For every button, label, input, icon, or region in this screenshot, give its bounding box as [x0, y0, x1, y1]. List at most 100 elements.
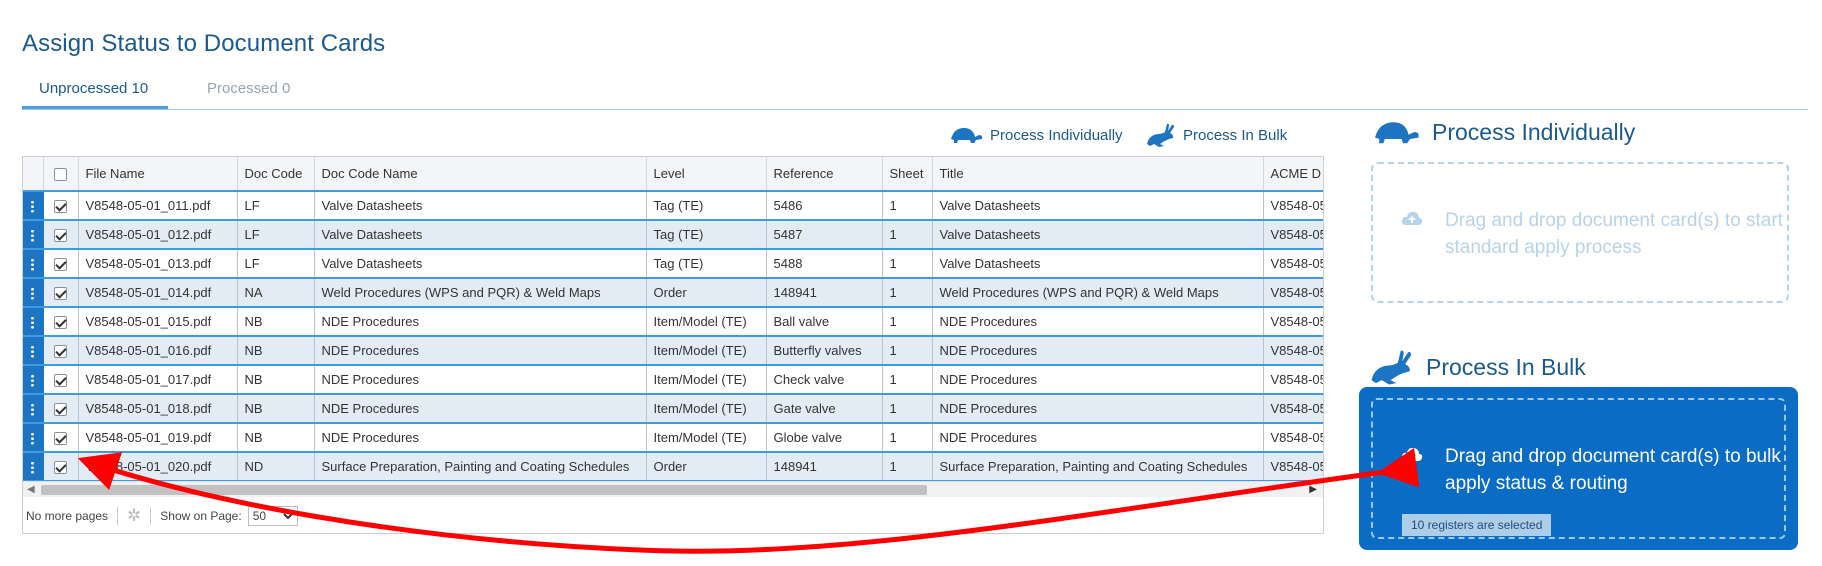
pager-status: No more pages	[26, 509, 109, 523]
table-cell: NDE Procedures	[314, 364, 647, 394]
horizontal-scrollbar[interactable]: ◀ ▶	[23, 481, 1323, 497]
refresh-icon[interactable]: ✲	[127, 506, 141, 526]
table-row[interactable]: V8548-05-01_016.pdf NB NDE Procedures Item/…	[23, 335, 1323, 365]
row-checkbox[interactable]	[43, 422, 79, 452]
table-row[interactable]: V8548-05-01_018.pdf NB NDE Procedures Item/…	[23, 393, 1323, 423]
process-in-bulk-heading: Process In Bulk	[1368, 348, 1586, 386]
process-in-bulk-title: Process In Bulk	[1426, 353, 1586, 380]
row-drag-handle[interactable]	[23, 335, 44, 365]
table-cell: NDE Procedures	[932, 306, 1264, 336]
checkbox-icon	[54, 374, 67, 388]
divider	[150, 507, 152, 525]
column-header[interactable]: Reference	[766, 157, 883, 192]
column-header[interactable]: Doc Code Name	[314, 157, 647, 192]
table-cell: V8548-05-01_019.pdf	[78, 422, 238, 452]
process-in-bulk-button[interactable]: Process In Bulk	[1145, 120, 1287, 150]
table-cell: V8548-05	[1263, 277, 1323, 307]
table-cell: Item/Model (TE)	[646, 335, 767, 365]
row-checkbox[interactable]	[43, 364, 79, 394]
table-row[interactable]: V8548-05-01_020.pdf ND Surface Preparation…	[23, 451, 1323, 482]
pager: No more pages ✲ Show on Page: 50	[23, 498, 1323, 533]
column-header[interactable]: Sheet	[882, 157, 933, 192]
bulk-drop-zone[interactable]: Drag and drop document card(s) to bulk a…	[1359, 387, 1798, 550]
table-cell: NA	[237, 277, 315, 307]
turtle-icon	[951, 128, 983, 143]
table-cell: 1	[882, 451, 933, 482]
row-drag-handle[interactable]	[23, 393, 44, 423]
row-drag-handle[interactable]	[23, 190, 44, 220]
table-cell: V8548-05	[1263, 451, 1323, 482]
table-cell: NDE Procedures	[314, 393, 647, 423]
column-header[interactable]: Level	[646, 157, 767, 192]
cloud-upload-icon	[1401, 447, 1423, 461]
table-cell: Globe valve	[766, 422, 883, 452]
row-drag-handle[interactable]	[23, 219, 44, 249]
row-checkbox[interactable]	[43, 190, 79, 220]
column-header[interactable]: ACME D	[1263, 157, 1323, 192]
table-cell: LF	[237, 190, 315, 220]
row-checkbox[interactable]	[43, 248, 79, 278]
row-checkbox[interactable]	[43, 277, 79, 307]
drag-handle-icon	[31, 229, 35, 243]
drag-handle-icon	[31, 461, 35, 475]
row-checkbox[interactable]	[43, 393, 79, 423]
table-cell: 5488	[766, 248, 883, 278]
table-row[interactable]: V8548-05-01_011.pdf LF Valve Datasheets Tag…	[23, 190, 1323, 220]
drag-handle-icon	[31, 258, 35, 272]
row-drag-handle[interactable]	[23, 451, 44, 482]
table-cell: V8548-05	[1263, 393, 1323, 423]
table-cell: V8548-05	[1263, 248, 1323, 278]
table-row[interactable]: V8548-05-01_017.pdf NB NDE Procedures Item/…	[23, 364, 1323, 394]
table-cell: NDE Procedures	[314, 422, 647, 452]
table-row[interactable]: V8548-05-01_019.pdf NB NDE Procedures Item/…	[23, 422, 1323, 452]
table-cell: V8548-05-01_016.pdf	[78, 335, 238, 365]
row-drag-handle[interactable]	[23, 277, 44, 307]
table-row[interactable]: V8548-05-01_014.pdf NA Weld Procedures (WP…	[23, 277, 1323, 307]
process-individually-button[interactable]: Process Individually	[948, 120, 1123, 150]
table-cell: 1	[882, 335, 933, 365]
bulk-drop-text: Drag and drop document card(s) to bulk a…	[1445, 446, 1781, 494]
individual-drop-zone[interactable]: Drag and drop document card(s) to start …	[1371, 162, 1789, 303]
row-drag-handle[interactable]	[23, 422, 44, 452]
row-checkbox[interactable]	[43, 219, 79, 249]
row-checkbox[interactable]	[43, 306, 79, 336]
table-cell: 148941	[766, 277, 883, 307]
scroll-left-icon[interactable]: ◀	[27, 484, 35, 495]
table-cell: V8548-05-01_015.pdf	[78, 306, 238, 336]
column-header[interactable]: Title	[932, 157, 1264, 192]
table-row[interactable]: V8548-05-01_012.pdf LF Valve Datasheets Tag…	[23, 219, 1323, 249]
table-row[interactable]: V8548-05-01_013.pdf LF Valve Datasheets Tag…	[23, 248, 1323, 278]
drag-handle-icon	[31, 287, 35, 301]
table-cell: Ball valve	[766, 306, 883, 336]
selected-count-badge: 10 registers are selected	[1402, 514, 1552, 536]
page-size-select[interactable]: 50	[247, 506, 298, 526]
process-individually-heading: Process Individually	[1370, 118, 1635, 146]
column-header[interactable]: Doc Code	[237, 157, 315, 192]
row-drag-handle[interactable]	[23, 306, 44, 336]
table-cell: LF	[237, 248, 315, 278]
chevron-down-icon	[282, 513, 293, 520]
table-cell: V8548-05	[1263, 219, 1323, 249]
scrollbar-thumb[interactable]	[41, 485, 927, 495]
row-drag-handle[interactable]	[23, 364, 44, 394]
table-cell: V8548-05-01_018.pdf	[78, 393, 238, 423]
table-cell: NDE Procedures	[932, 335, 1264, 365]
checkbox-icon	[54, 461, 67, 475]
table-cell: V8548-05-01_012.pdf	[78, 219, 238, 249]
tab-processed[interactable]: Processed 0	[207, 80, 290, 109]
bulk-drop-target[interactable]: Drag and drop document card(s) to bulk a…	[1371, 398, 1786, 539]
column-header[interactable]: File Name	[78, 157, 238, 192]
table-cell: NB	[237, 306, 315, 336]
select-all-checkbox[interactable]	[43, 157, 79, 192]
table-cell: Check valve	[766, 364, 883, 394]
show-on-page-label: Show on Page:	[160, 509, 242, 523]
tab-unprocessed[interactable]: Unprocessed 10	[22, 80, 168, 109]
table-cell: Valve Datasheets	[932, 248, 1264, 278]
row-drag-handle[interactable]	[23, 248, 44, 278]
row-checkbox[interactable]	[43, 451, 79, 482]
table-cell: 1	[882, 248, 933, 278]
row-checkbox[interactable]	[43, 335, 79, 365]
table-row[interactable]: V8548-05-01_015.pdf NB NDE Procedures Item/…	[23, 306, 1323, 336]
scroll-right-icon[interactable]: ▶	[1309, 484, 1317, 495]
table-cell: 1	[882, 190, 933, 220]
